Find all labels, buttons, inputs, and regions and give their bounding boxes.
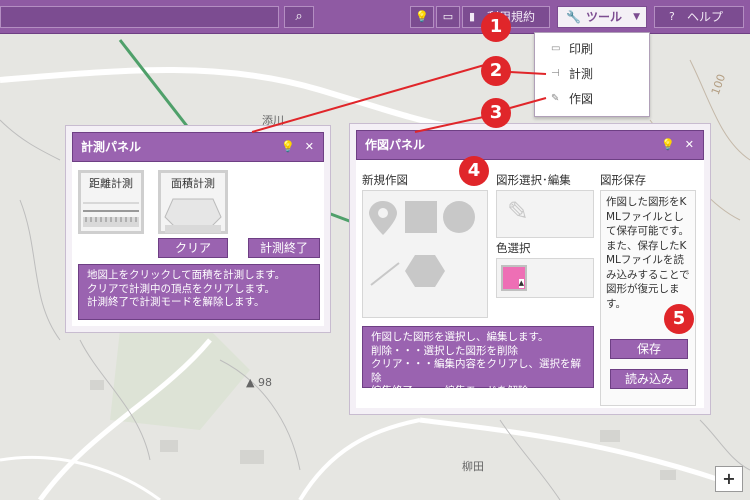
- lightbulb-icon[interactable]: 💡: [661, 131, 675, 159]
- callout-badge-3: 3: [481, 98, 511, 128]
- tools-label: ツール: [586, 10, 623, 24]
- menu-item-draw[interactable]: ✎ 作図: [535, 87, 651, 111]
- print-icon: ▭: [551, 43, 561, 54]
- save-button[interactable]: 保存: [610, 339, 688, 359]
- panel-title: 作図パネル: [365, 138, 426, 152]
- info-line: クリアで計測中の頂点をクリアします。: [87, 282, 275, 295]
- ruler-icon: [83, 202, 139, 227]
- help-label: ヘルプ: [687, 10, 724, 24]
- tool-label: 面積計測: [171, 177, 215, 190]
- search-input[interactable]: [0, 6, 279, 28]
- menu-item-label: 作図: [569, 92, 594, 106]
- map-elevation-label: ▲ 98: [246, 376, 272, 389]
- new-drawing-label: 新規作図: [362, 173, 408, 187]
- search-button[interactable]: ⌕: [284, 6, 314, 28]
- lightbulb-icon: 💡: [415, 10, 429, 23]
- polygon-icon[interactable]: [405, 255, 445, 287]
- search-icon: ⌕: [295, 9, 303, 24]
- close-icon[interactable]: ✕: [305, 133, 314, 161]
- comment-icon: ▭: [442, 10, 454, 23]
- menu-item-measure[interactable]: ⊣ 計測: [535, 62, 651, 86]
- comment-button[interactable]: ▭: [436, 6, 460, 28]
- area-measure-button[interactable]: 面積計測: [158, 170, 228, 234]
- caret-up-icon: ▲: [518, 279, 524, 288]
- load-button[interactable]: 読み込み: [610, 369, 688, 389]
- info-line: クリア・・・編集内容をクリアし、選択を解除: [371, 358, 581, 384]
- callout-badge-2: 2: [481, 56, 511, 86]
- select-edit-label: 図形選択･編集: [496, 173, 571, 187]
- measure-panel-header[interactable]: 計測パネル 💡 ✕: [72, 132, 324, 162]
- info-line: 計測終了で計測モードを解除します。: [87, 296, 265, 308]
- save-box: 作図した図形をKMLファイルとして保存可能です。また、保存したKMLファイルを読…: [600, 190, 696, 406]
- shape-tools: [369, 201, 475, 287]
- tips-button[interactable]: 💡: [410, 6, 434, 28]
- clear-button[interactable]: クリア: [158, 238, 228, 258]
- caret-down-icon: ▼: [633, 12, 640, 22]
- marker-icon[interactable]: [369, 201, 397, 235]
- info-line: 削除・・・選択した図形を削除: [371, 344, 518, 357]
- zoom-in-button[interactable]: +: [715, 466, 743, 492]
- question-icon: ?: [669, 10, 675, 23]
- color-swatch[interactable]: ▲: [501, 265, 527, 291]
- measure-panel: 計測パネル 💡 ✕ 距離計測 面積計測 クリア 計測終了 地図上をクリックして面…: [66, 126, 330, 332]
- callout-badge-1: 1: [481, 12, 511, 42]
- lightbulb-icon[interactable]: 💡: [281, 133, 295, 161]
- shape-tools-box: [362, 190, 488, 318]
- draw-info-box: 作図した図形を選択し、編集します。 削除・・・選択した図形を削除 クリア・・・編…: [362, 326, 594, 397]
- callout-badge-5: 5: [664, 304, 694, 334]
- info-line: 地図上をクリックして面積を計測します。: [87, 269, 286, 281]
- select-edit-box: ✎: [496, 190, 594, 238]
- color-select-box: ▲: [496, 258, 594, 298]
- tools-button[interactable]: 🔧 ツール ▼: [557, 6, 647, 28]
- measure-info-box: 地図上をクリックして面積を計測します。 クリアで計測中の頂点をクリアします。 計…: [78, 264, 320, 320]
- color-select-label: 色選択: [496, 241, 531, 255]
- map-place-label: 柳田: [462, 460, 484, 473]
- info-line: 作図した図形を選択し、編集します。: [371, 331, 549, 343]
- area-polygon-icon: [164, 198, 222, 233]
- menu-item-print[interactable]: ▭ 印刷: [535, 37, 651, 61]
- draw-panel: 作図パネル 💡 ✕ 新規作図 図形選択･編集 ✎ 色選択 ▲ 図形保存 作図した…: [350, 124, 710, 414]
- distance-measure-button[interactable]: 距離計測: [78, 170, 144, 234]
- draw-icon: ✎: [551, 93, 560, 104]
- callout-badge-4: 4: [459, 156, 489, 186]
- pencil-icon[interactable]: ✎: [507, 197, 529, 227]
- circle-icon[interactable]: [443, 201, 475, 233]
- end-measure-button[interactable]: 計測終了: [248, 238, 320, 258]
- tools-dropdown-menu: ▭ 印刷 ⊣ 計測 ✎ 作図: [534, 32, 650, 117]
- close-icon[interactable]: ✕: [685, 131, 694, 159]
- rectangle-icon[interactable]: [405, 201, 437, 233]
- panel-title: 計測パネル: [81, 140, 142, 154]
- save-section-label: 図形保存: [600, 173, 646, 187]
- elevation-value: 98: [257, 376, 272, 389]
- tool-label: 距離計測: [89, 177, 133, 190]
- menu-item-label: 計測: [569, 67, 594, 81]
- line-icon[interactable]: [370, 262, 400, 286]
- help-button[interactable]: ? ヘルプ: [654, 6, 744, 28]
- measure-icon: ⊣: [551, 68, 560, 79]
- save-description: 作図した図形をKMLファイルとして保存可能です。また、保存したKMLファイルを読…: [606, 196, 690, 310]
- top-toolbar: ⌕ 💡 ▭ ▮ 利用規約 🔧 ツール ▼ ? ヘルプ: [0, 0, 750, 34]
- info-line: 編集終了・・・編集モードを解除: [371, 385, 529, 397]
- draw-panel-header[interactable]: 作図パネル 💡 ✕: [356, 130, 704, 160]
- wrench-icon: 🔧: [566, 10, 581, 24]
- menu-item-label: 印刷: [569, 42, 594, 56]
- book-icon: ▮: [469, 10, 476, 23]
